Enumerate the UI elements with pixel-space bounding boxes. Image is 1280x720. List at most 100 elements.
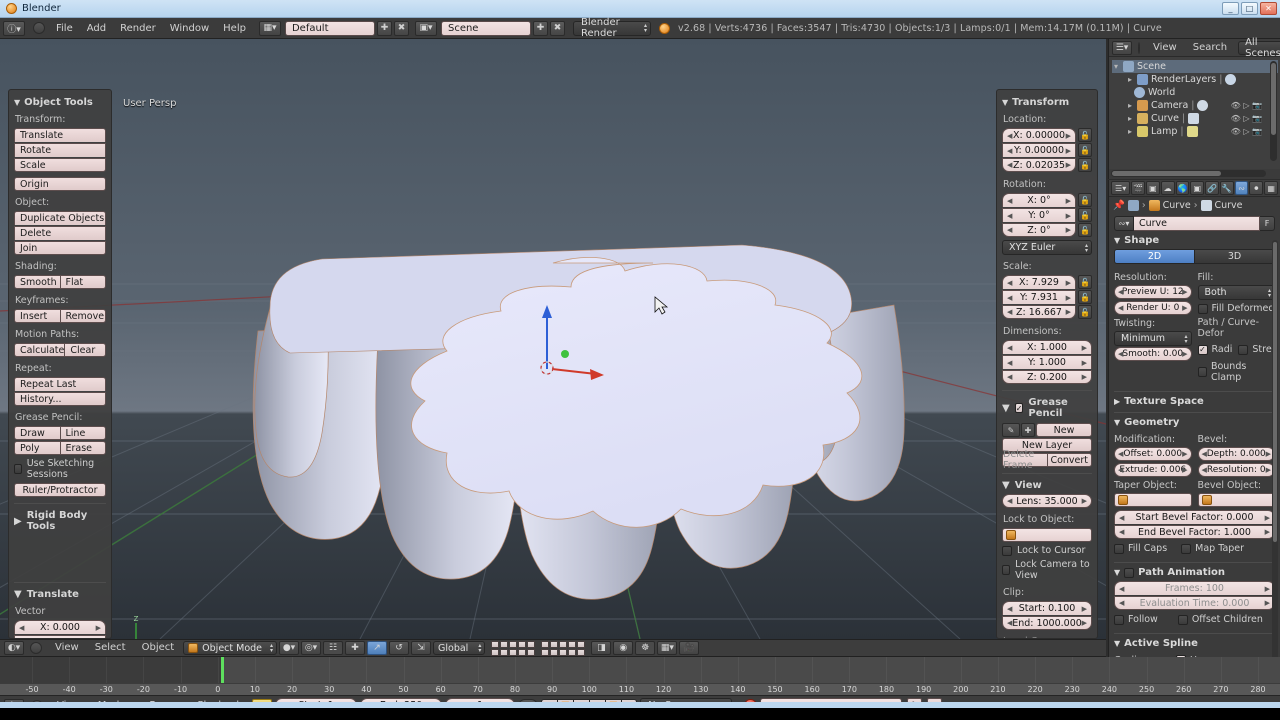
timeline-ruler[interactable]: -50 -40 -30 -20 -10 0 10 20 30 40 50 60 70 80 90 100 110… — [0, 683, 1280, 695]
outliner-horizontal-scrollbar[interactable] — [1111, 170, 1266, 177]
origin-button[interactable]: Origin — [14, 177, 106, 191]
history-button[interactable]: History... — [14, 392, 106, 406]
repeat-last-button[interactable]: Repeat Last — [14, 377, 106, 391]
shade-smooth-button[interactable]: Smooth — [14, 275, 61, 289]
interaction-mode-dropdown[interactable]: Object Mode — [183, 641, 278, 655]
delete-screen-button[interactable]: ✖ — [393, 20, 409, 36]
remove-keyframe-button[interactable]: Remove — [60, 309, 106, 323]
viewport-menu-select[interactable]: Select — [88, 640, 133, 656]
tab-modifiers[interactable]: 🔧 — [1219, 181, 1234, 195]
start-bevel-factor-field[interactable]: ◀ Start Bevel Factor: 0.000 ▶ — [1114, 510, 1275, 524]
outliner-tree[interactable]: ▾ Scene ▸ RenderLayers | World ▸ Camera … — [1109, 57, 1280, 169]
insert-keyframe-button[interactable]: Insert — [14, 309, 61, 323]
delete-button[interactable]: Delete — [14, 226, 106, 240]
lens-field[interactable]: ◀ Lens: 35.000 ▶ — [1002, 494, 1092, 508]
expand-icon[interactable]: ▸ — [1126, 101, 1134, 110]
rotation-z-field[interactable]: ◀ Z: 0° ▶ — [1002, 223, 1076, 237]
viewport-menu-view[interactable]: View — [48, 640, 86, 656]
lock-camera-to-view-row[interactable]: Lock Camera to View — [1002, 559, 1092, 581]
proportional-edit-icon[interactable]: ◨ — [591, 641, 612, 655]
gp-poly-button[interactable]: Poly — [14, 441, 61, 455]
curve-3d-button[interactable]: 3D — [1195, 249, 1275, 264]
dimension-y-field[interactable]: ◀ Y: 1.000 ▶ — [1002, 355, 1092, 369]
pin-icon[interactable]: 📌 — [1113, 200, 1125, 211]
active-spline-panel-header[interactable]: ▼ Active Spline — [1114, 638, 1275, 649]
rotate-manipulator-icon[interactable]: ↺ — [389, 641, 410, 655]
properties-editor[interactable]: ☰▾ 🎬 ▣ ☁ 🌎 ▣ 🔗 🔧 ∾ ⚫ ▦ 📌 › Curve › Curve… — [1108, 180, 1280, 702]
editor-type-icon[interactable]: ⓘ▾ — [3, 20, 25, 36]
tab-render-layers[interactable]: ▣ — [1146, 181, 1160, 195]
path-animation-enable-checkbox[interactable] — [1124, 567, 1135, 578]
scene-field[interactable]: Scene — [440, 20, 531, 36]
layer-buttons-group-2[interactable] — [541, 640, 586, 656]
grease-pencil-panel-header[interactable]: ▼ ✓ Grease Pencil — [1002, 390, 1092, 419]
scale-y-field[interactable]: ◀ Y: 7.931 ▶ — [1002, 290, 1076, 304]
offset-field[interactable]: ◀ Offset: 0.000 ▶ — [1114, 447, 1192, 461]
scale-x-field[interactable]: ◀ X: 7.929 ▶ — [1002, 275, 1076, 289]
checkbox-icon[interactable] — [1002, 545, 1012, 556]
lock-location-x-icon[interactable]: 🔓 — [1078, 128, 1092, 142]
tab-texture[interactable]: ▦ — [1264, 181, 1279, 195]
outliner-editor[interactable]: ☰▾ View Search All Scenes ▾ Scene ▸ Rend… — [1108, 37, 1280, 179]
render-opengl-icon[interactable]: ◉ — [613, 641, 634, 655]
gp-draw-button[interactable]: Draw — [14, 426, 61, 440]
twist-smooth-field[interactable]: ◀ Smooth: 0.00 ▶ — [1114, 347, 1192, 361]
evaluation-time-field[interactable]: ◀ Evaluation Time: 0.000 ▶ — [1114, 596, 1275, 610]
breadcrumb-data[interactable]: Curve — [1215, 200, 1243, 211]
curve-datablock-name[interactable]: Curve — [1134, 216, 1260, 231]
outliner-item-renderlayers[interactable]: ▸ RenderLayers | — [1112, 73, 1278, 86]
scale-manipulator-icon[interactable]: ⇲ — [411, 641, 432, 655]
geometry-panel-header[interactable]: ▼ Geometry — [1114, 417, 1275, 428]
fill-caps-row[interactable]: Fill Caps — [1114, 543, 1167, 554]
outliner-display-mode-dropdown[interactable]: All Scenes — [1238, 37, 1280, 59]
new-scene-button[interactable]: ✚ — [532, 20, 548, 36]
lock-location-y-icon[interactable]: 🔓 — [1078, 143, 1092, 157]
bevel-object-field[interactable] — [1197, 493, 1275, 507]
location-x-field[interactable]: ◀ X: 0.00000 ▶ — [1002, 128, 1076, 142]
maximize-button[interactable]: □ — [1241, 2, 1258, 15]
rotation-y-field[interactable]: ◀ Y: 0° ▶ — [1002, 208, 1076, 222]
curve-data-icon[interactable]: ∾▾ — [1114, 216, 1134, 231]
timeline-editor[interactable]: -50 -40 -30 -20 -10 0 10 20 30 40 50 60 70 80 90 100 110… — [0, 657, 1280, 715]
tab-scene[interactable]: ☁ — [1160, 181, 1175, 195]
viewport-shading-dropdown[interactable]: ●▾ — [279, 641, 300, 655]
dimension-z-field[interactable]: ◀ Z: 0.200 ▶ — [1002, 370, 1092, 384]
lock-scale-z-icon[interactable]: 🔓 — [1078, 305, 1092, 319]
rotation-mode-dropdown[interactable]: XYZ Euler — [1002, 240, 1092, 255]
viewport-menu-object[interactable]: Object — [135, 640, 182, 656]
checkbox-icon[interactable] — [1177, 614, 1188, 625]
checkbox-icon[interactable] — [1197, 303, 1208, 314]
lock-to-cursor-row[interactable]: Lock to Cursor — [1002, 545, 1092, 556]
curve-dimension-toggle[interactable]: 2D 3D — [1114, 249, 1275, 264]
translate-button[interactable]: Translate — [14, 128, 106, 142]
tab-curve-data[interactable]: ∾ — [1234, 181, 1249, 195]
lock-location-z-icon[interactable]: 🔓 — [1078, 158, 1092, 172]
add-icon[interactable]: ✚ — [1021, 423, 1035, 437]
outliner-vertical-scrollbar[interactable] — [1270, 61, 1277, 161]
extrude-field[interactable]: ◀ Extrude: 0.006 ▶ — [1114, 463, 1192, 477]
menu-render[interactable]: Render — [113, 18, 163, 39]
checkbox-icon[interactable] — [1114, 543, 1124, 554]
use-sketching-sessions-row[interactable]: Use Sketching Sessions — [14, 458, 106, 480]
expand-icon[interactable]: ▾ — [1112, 62, 1120, 71]
checkbox-icon[interactable] — [1002, 565, 1011, 575]
fake-user-button[interactable]: F — [1260, 216, 1275, 231]
translate-x-field[interactable]: ◀ X: 0.000 ▶ — [14, 620, 106, 634]
view-panel-header[interactable]: ▼ View — [1002, 473, 1092, 491]
location-y-field[interactable]: ◀ Y: 0.00000 ▶ — [1002, 143, 1076, 157]
tab-world[interactable]: 🌎 — [1175, 181, 1190, 195]
translate-operator-header[interactable]: ▼ Translate — [14, 582, 106, 600]
render-camera-icon[interactable]: 🎥 — [679, 641, 700, 655]
3d-viewport[interactable]: Z X User Persp (1) Curve ▼ Object Tools … — [0, 39, 1106, 639]
outliner-item-scene[interactable]: ▾ Scene — [1112, 60, 1278, 73]
join-button[interactable]: Join — [14, 241, 106, 255]
expand-icon[interactable]: ▸ — [1126, 127, 1134, 136]
lock-scale-y-icon[interactable]: 🔓 — [1078, 290, 1092, 304]
layer-buttons-group-1[interactable] — [491, 640, 536, 656]
fill-mode-dropdown[interactable]: Both — [1197, 285, 1275, 300]
new-screen-button[interactable]: ✚ — [376, 20, 392, 36]
menu-add[interactable]: Add — [80, 18, 113, 39]
editor-type-icon[interactable]: ☰▾ — [1111, 181, 1131, 195]
scene-lock-icon[interactable]: ▦▾ — [657, 641, 678, 655]
outliner-item-lamp[interactable]: ▸ Lamp | 👁 ▷ 📷 — [1112, 125, 1278, 138]
